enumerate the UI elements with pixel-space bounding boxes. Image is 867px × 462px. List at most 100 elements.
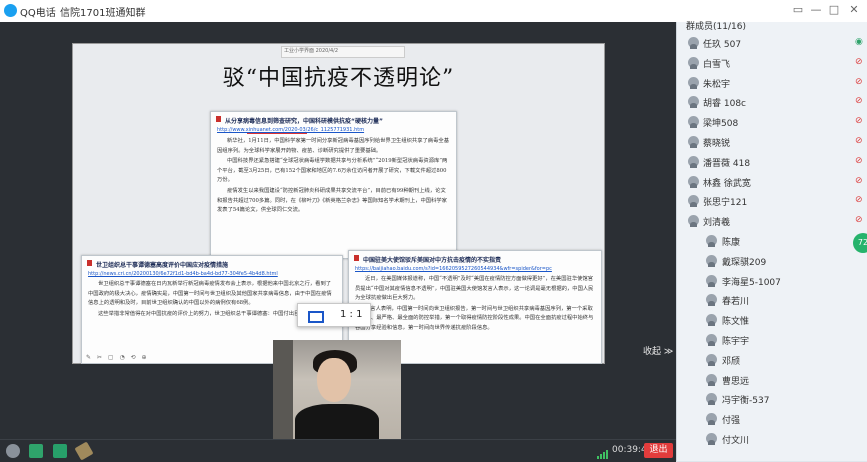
member-row[interactable]: 蔡晓锐 ⊘	[681, 133, 867, 152]
mic-muted-icon: ⊘	[855, 155, 863, 166]
app-name: QQ电话	[20, 8, 56, 19]
member-name: 朱松宇	[703, 79, 731, 90]
avatar-icon	[688, 155, 699, 168]
avatar-icon	[706, 393, 717, 406]
avatar-icon	[688, 215, 699, 228]
member-row[interactable]: 朱松宇 ⊘	[681, 74, 867, 93]
zoom-popup[interactable]: 1 : 1	[297, 303, 371, 327]
member-name: 李海星5-1007	[722, 277, 781, 288]
member-row[interactable]: 付强	[681, 410, 867, 429]
member-row[interactable]: 戴琛骐209	[681, 252, 867, 271]
member-name: 曹思远	[722, 376, 750, 387]
exit-call-button[interactable]: 退出	[644, 443, 673, 458]
member-row[interactable]: 白雪飞 ⊘	[681, 54, 867, 73]
avatar-icon	[688, 56, 699, 69]
document-paragraph: 新华社，1月11日，中国科学家第一时间分享新冠病毒基因序列给世界卫生组织共享了病…	[217, 138, 449, 154]
member-name: 胡睿 108c	[703, 99, 746, 110]
share-screen-icon[interactable]	[29, 444, 43, 458]
mic-muted-icon: ⊘	[855, 116, 863, 127]
member-name: 冯宇衡-537	[722, 396, 770, 407]
document-paragraph: 近日，在美国媒体报道称，中国“不透明”及时“美国在疫情防控方面做得更好”，在美国…	[355, 276, 594, 302]
member-name: 白雪飞	[703, 59, 731, 70]
pen-icon[interactable]	[74, 441, 94, 461]
member-row[interactable]: 陈康⊘	[681, 232, 867, 251]
member-row[interactable]: 曹思远	[681, 371, 867, 390]
call-toolbar: 00:39:45 退出	[0, 439, 676, 462]
member-name: 付强	[722, 416, 741, 427]
document-heading: 世卫组织总干事谭德塞高度评价中国应对疫情措施	[82, 256, 342, 271]
member-row[interactable]: 任玖 507 ◉	[681, 34, 867, 53]
annotation-tools[interactable]: ✎ ✂ ▢ ◔ ⟲ ⊕	[86, 354, 149, 361]
member-row[interactable]: 林鑫 徐武宽 ⊘	[681, 173, 867, 192]
member-name: 陈宇宇	[722, 337, 750, 347]
avatar-icon	[706, 413, 717, 426]
avatar-icon	[688, 175, 699, 188]
camera-icon[interactable]	[53, 444, 67, 458]
avatar-icon	[688, 136, 699, 148]
member-name: 邓颀	[722, 356, 741, 367]
mic-muted-icon: ⊘	[855, 76, 863, 87]
member-row[interactable]: 李海星5-1007	[681, 272, 867, 291]
document-url[interactable]: http://www.xinhuanet.com/2020-03/26/c_11…	[211, 127, 456, 133]
unread-badge[interactable]: 72	[853, 233, 867, 253]
document-heading: 从分享病毒信息到筛查研究，中国科研模供抗疫“硬核力量”	[211, 112, 456, 127]
member-row[interactable]: 潘晋薇 418 ⊘	[681, 153, 867, 172]
document-paragraph: 发言人表明，中国第一时间向世卫组织报告，第一时间与世卫组织共享病毒基因序列，第一…	[355, 305, 594, 331]
member-row[interactable]: 付文川	[681, 430, 867, 449]
member-name: 张思宁121	[703, 198, 748, 209]
maximize-button[interactable]: □	[826, 3, 842, 16]
member-panel: 群成员(11/16) 任玖 507 ◉ 白雪飞 ⊘ 朱松宇 ⊘ 胡睿 108c ⊘ 梁坤508 ⊘…	[676, 22, 867, 461]
avatar-icon	[706, 433, 717, 445]
qq-logo-icon	[4, 4, 17, 17]
member-name: 潘晋薇 418	[703, 158, 751, 169]
avatar-icon	[706, 235, 717, 247]
member-name: 梁坤508	[703, 119, 739, 130]
member-name: 林鑫 徐武宽	[703, 178, 751, 189]
video-stage: 工业小学界面 2020/4/2 驳“中国抗疫不透明论” 从分享病毒信息到筛查研究…	[0, 22, 676, 439]
member-name: 戴琛骐209	[722, 257, 767, 268]
document-heading: 中国驻美大使馆驳斥美国对中方抗击疫情的不实指责	[349, 251, 601, 266]
avatar-icon	[706, 314, 717, 327]
settings-icon[interactable]	[6, 444, 20, 458]
member-row[interactable]: 春若川	[681, 291, 867, 310]
fit-window-icon[interactable]	[308, 311, 324, 323]
minimize-button[interactable]: —	[808, 3, 824, 16]
member-name: 蔡晓锐	[703, 139, 731, 149]
mic-muted-icon: ⊘	[855, 195, 863, 206]
close-button[interactable]: ✕	[846, 3, 862, 16]
avatar-icon	[706, 334, 717, 346]
participant-face	[317, 358, 351, 402]
member-row[interactable]: 梁坤508 ⊘	[681, 113, 867, 132]
avatar-icon	[706, 294, 717, 307]
document-tab: 工业小学界面 2020/4/2	[281, 46, 405, 58]
zoom-ratio-button[interactable]: 1 : 1	[340, 309, 362, 320]
avatar-icon	[688, 76, 699, 89]
collapse-button[interactable]: 收起 ≫	[643, 344, 673, 357]
member-row[interactable]: 陈宇宇	[681, 331, 867, 350]
member-row[interactable]: 刘清羲 ⊘	[681, 212, 867, 231]
avatar-icon	[688, 37, 699, 49]
mic-on-icon: ◉	[855, 37, 863, 47]
member-row[interactable]: 胡睿 108c ⊘	[681, 93, 867, 112]
avatar-icon	[688, 96, 699, 109]
member-row[interactable]: 陈文惟	[681, 311, 867, 330]
mic-muted-icon: ⊘	[855, 136, 863, 146]
document-card-1: 从分享病毒信息到筛查研究，中国科研模供抗疫“硬核力量” http://www.x…	[210, 111, 457, 259]
slide-title: 驳“中国抗疫不透明论”	[222, 66, 455, 91]
avatar-icon	[706, 373, 717, 386]
document-paragraph: 疫情发生以来我国建设“防控新冠肺炎科研成果共享交流平台”，目前已有99种期刊上线…	[217, 187, 447, 214]
member-row[interactable]: 张思宁121 ⊘	[681, 192, 867, 211]
document-paragraph: 中国科技界还紧急搭建“全球冠状病毒组学数据共享与分析系统”“2019新型冠状病毒…	[217, 158, 448, 184]
screen-share-icon[interactable]: ▭	[790, 3, 806, 16]
member-name: 陈文惟	[722, 317, 750, 328]
member-name: 刘清羲	[703, 218, 731, 229]
member-row[interactable]: 邓颀	[681, 351, 867, 370]
member-count-title: 群成员(11/16)	[686, 22, 746, 32]
mic-muted-icon: ⊘	[855, 96, 863, 107]
member-row[interactable]: 冯宇衡-537	[681, 390, 867, 409]
avatar-icon	[688, 195, 699, 208]
signal-strength-icon	[597, 448, 609, 459]
member-name: 陈康	[722, 238, 741, 248]
mic-muted-icon: ⊘	[855, 175, 863, 186]
chat-name: 信院1701班通知群	[60, 8, 146, 19]
